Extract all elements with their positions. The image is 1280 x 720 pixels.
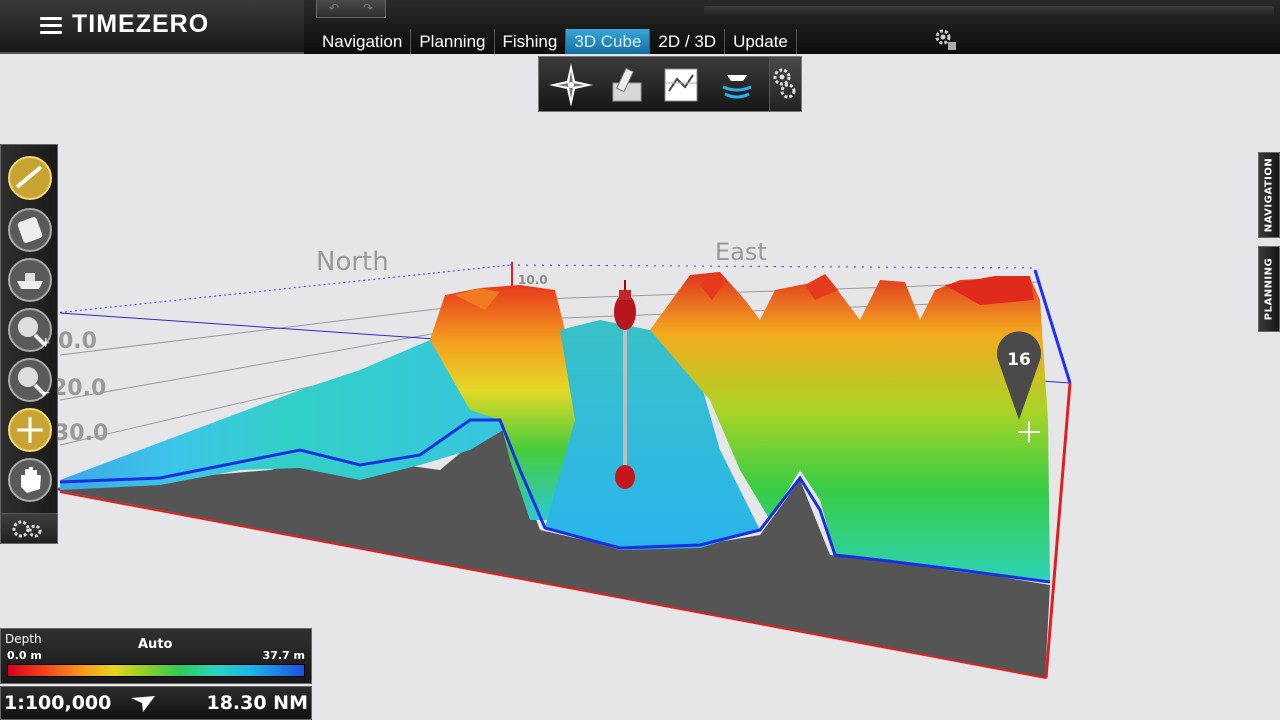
gear-icon [773, 68, 796, 99]
tab-navigation[interactable]: Navigation [314, 29, 412, 54]
tab-planning[interactable]: Planning [411, 29, 495, 54]
target-marker-label: 16 [1007, 350, 1031, 370]
chart-overlay-icon[interactable] [657, 61, 705, 109]
depth-legend-max: 37.7 m [262, 649, 305, 662]
left-toolbar-settings-button[interactable] [1, 513, 57, 543]
depth-axis-label-20: 20.0 [52, 376, 106, 401]
side-tab-planning[interactable]: PLANNING [1258, 246, 1280, 332]
tab-update[interactable]: Update [725, 29, 797, 54]
zoom-out-icon[interactable]: − [7, 357, 53, 403]
vessel-reflection-icon [615, 465, 635, 489]
depth-legend[interactable]: Depth Auto 0.0 m 37.7 m [0, 628, 312, 684]
pan-icon[interactable] [7, 407, 53, 453]
svg-text:+: + [40, 335, 52, 351]
depth-legend-mode: Auto [138, 637, 173, 652]
cube-toolbar [538, 56, 802, 112]
frame-edge-blue-top [509, 264, 1036, 269]
logo-box: TIMEZERO [0, 0, 304, 54]
tab-2d-3d[interactable]: 2D / 3D [650, 29, 726, 54]
svg-text:−: − [40, 385, 52, 401]
hamburger-menu-icon[interactable] [40, 17, 62, 34]
ribbon-tabs: Navigation Planning Fishing 3D Cube 2D /… [314, 29, 797, 54]
sonar-boat-icon[interactable] [713, 61, 761, 109]
own-ship-icon[interactable] [614, 280, 636, 330]
frame-edge-red-right [1044, 382, 1072, 679]
scale-bar: 1:100,000 18.30 NM [0, 686, 312, 720]
tab-3d-cube[interactable]: 3D Cube [566, 29, 651, 54]
plotting-tool-icon[interactable] [603, 61, 651, 109]
app-title: TIMEZERO [72, 10, 210, 38]
redo-button[interactable]: ↷ [351, 0, 385, 17]
depth-color-bar [7, 664, 305, 677]
top-bar: TIMEZERO ↶ ↷ Navigation Planning Fishing… [0, 0, 1280, 56]
compass-rose-icon[interactable] [547, 61, 595, 109]
depth-axis-label-top: 10.0 [518, 273, 548, 287]
zoom-in-icon[interactable]: + [7, 307, 53, 353]
vessel-icon[interactable] [7, 257, 53, 303]
undo-button[interactable]: ↶ [317, 0, 351, 17]
east-label: East [715, 238, 767, 266]
north-label: North [316, 247, 389, 277]
depth-legend-min: 0.0 m [7, 649, 42, 662]
route-tool-icon[interactable] [7, 155, 53, 201]
cursor-range-icon [131, 696, 155, 712]
hand-icon[interactable] [7, 457, 53, 503]
gear-icon [12, 520, 42, 538]
depth-axis-label-30: 30.0 [54, 421, 108, 446]
scale-ratio: 1:100,000 [4, 692, 112, 714]
depth-legend-title: Depth [5, 632, 42, 646]
undo-redo-group: ↶ ↷ [316, 0, 386, 18]
left-toolbar: + − [0, 144, 58, 544]
gear-icon[interactable] [934, 28, 958, 52]
ribbon-tab-strip: ↶ ↷ Navigation Planning Fishing 3D Cube … [304, 0, 1280, 54]
tab-fishing[interactable]: Fishing [495, 29, 567, 54]
scale-range: 18.30 NM [206, 692, 308, 714]
side-tab-navigation[interactable]: NAVIGATION [1258, 152, 1280, 238]
ribbon-frame [704, 6, 1274, 16]
cube-settings-button[interactable] [769, 57, 801, 111]
depth-axis-label-0: 0.0 [58, 329, 97, 354]
device-icon[interactable] [7, 207, 53, 253]
